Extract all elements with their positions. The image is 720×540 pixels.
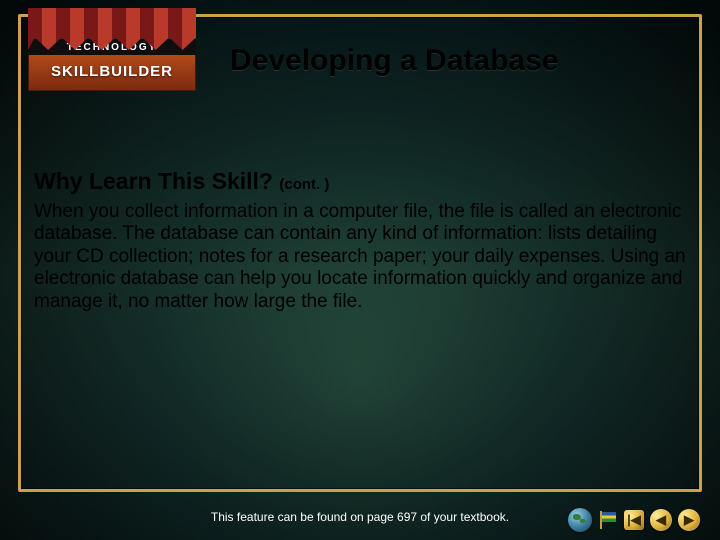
subheading-cont: (cont. ) xyxy=(279,176,329,193)
slide: TECHNOLOGY SKILLBUILDER Developing a Dat… xyxy=(0,0,720,540)
slide-title: Developing a Database xyxy=(230,44,680,78)
globe-icon[interactable] xyxy=(568,508,592,532)
skip-start-icon: |◀ xyxy=(627,512,641,528)
nav-controls: |◀ ◀ ▶ xyxy=(568,508,700,532)
chevron-right-icon: ▶ xyxy=(684,512,694,528)
next-button[interactable]: ▶ xyxy=(678,509,700,531)
skillbuilder-badge: TECHNOLOGY SKILLBUILDER xyxy=(28,8,196,91)
content-area: Why Learn This Skill? (cont. ) When you … xyxy=(34,168,686,313)
body-text: When you collect information in a comput… xyxy=(34,201,686,313)
badge-main-label: SKILLBUILDER xyxy=(28,55,196,91)
first-button[interactable]: |◀ xyxy=(624,510,644,530)
prev-button[interactable]: ◀ xyxy=(650,509,672,531)
flag-icon[interactable] xyxy=(598,511,618,529)
subheading: Why Learn This Skill? (cont. ) xyxy=(34,168,686,195)
subheading-text: Why Learn This Skill? xyxy=(34,168,273,194)
chevron-left-icon: ◀ xyxy=(656,512,666,528)
